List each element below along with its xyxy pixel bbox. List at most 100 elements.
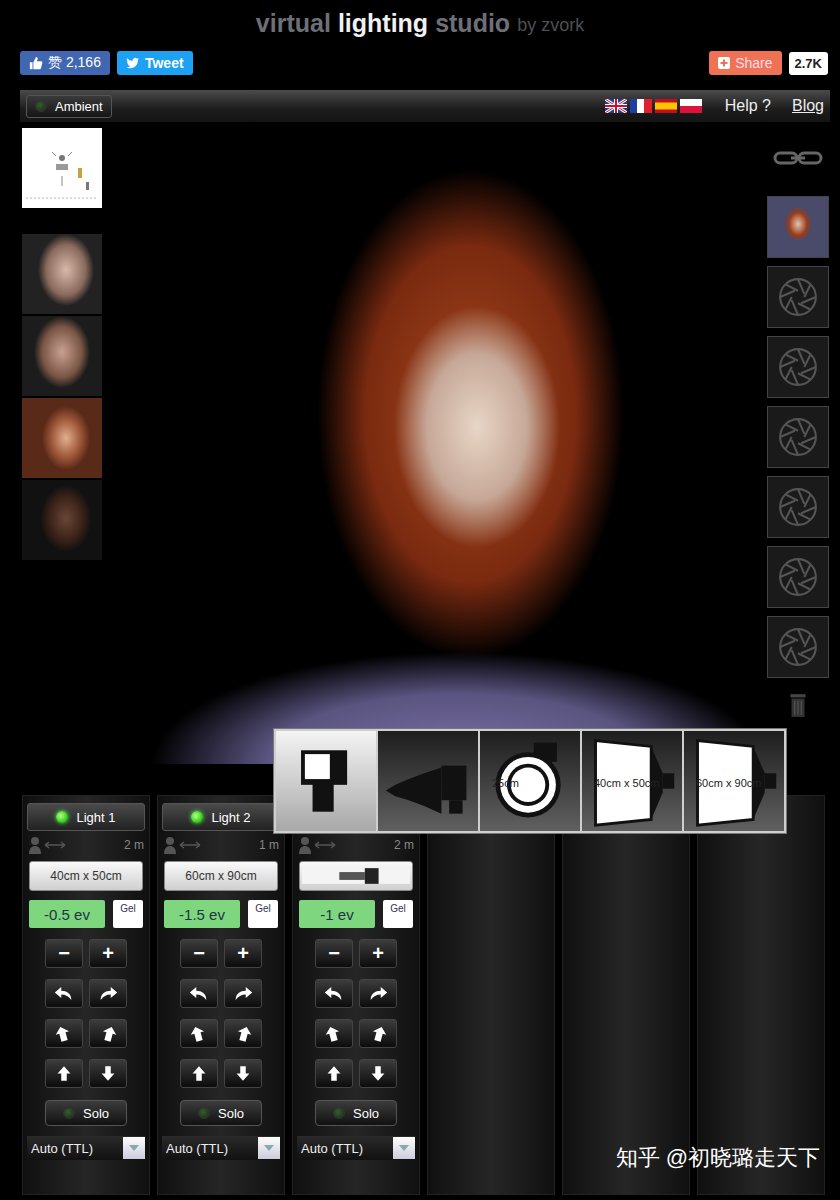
- light-toggle[interactable]: Light 2: [162, 803, 280, 831]
- move-up-button[interactable]: [315, 1059, 353, 1088]
- modifier-selector[interactable]: [299, 861, 413, 891]
- decrease-button[interactable]: −: [180, 939, 218, 968]
- rotate-left-icon: [323, 985, 345, 1002]
- rotate-left-button[interactable]: [180, 979, 218, 1008]
- rotate-left-button[interactable]: [315, 979, 353, 1008]
- modifier-selector[interactable]: 60cm x 90cm: [164, 861, 278, 891]
- model-thumbnail[interactable]: [22, 398, 102, 478]
- model-thumbnail[interactable]: [22, 316, 102, 396]
- move-down-button[interactable]: [224, 1059, 262, 1088]
- title-part: by zvork: [517, 10, 584, 36]
- gel-button[interactable]: Gel: [248, 900, 278, 928]
- arrow-down-icon: [97, 1065, 119, 1082]
- tilt-left-button[interactable]: [45, 1019, 83, 1048]
- aperture-icon: [777, 346, 819, 388]
- tilt-left-button[interactable]: [315, 1019, 353, 1048]
- light-indicator: [191, 811, 203, 823]
- arrow-up-icon: [188, 1065, 210, 1082]
- render-view[interactable]: [107, 128, 745, 764]
- help-link[interactable]: Help ?: [725, 97, 771, 115]
- snapshot-slot[interactable]: [767, 406, 829, 468]
- title-part: virtual: [256, 9, 331, 38]
- distance-row: 2 m: [28, 836, 144, 854]
- arrow-up-icon: [323, 1065, 345, 1082]
- rotate-left-icon: [53, 985, 75, 1002]
- increase-button[interactable]: +: [89, 939, 127, 968]
- gel-button[interactable]: Gel: [383, 900, 413, 928]
- france-flag-icon[interactable]: [630, 99, 652, 113]
- tilt-right-icon: [367, 1025, 389, 1042]
- distance-value: 2 m: [394, 838, 414, 852]
- solo-button[interactable]: Solo: [45, 1100, 127, 1126]
- snapshot-slot[interactable]: [767, 336, 829, 398]
- arrow-down-icon: [232, 1065, 254, 1082]
- snapshot-list: [767, 128, 829, 768]
- model-list: [22, 128, 102, 768]
- rotate-right-icon: [367, 985, 389, 1002]
- snapshot-slot[interactable]: [767, 196, 829, 258]
- snapshot-slot[interactable]: [767, 616, 829, 678]
- aperture-icon: [777, 486, 819, 528]
- model-thumbnail[interactable]: [22, 480, 102, 560]
- light-panel: Light 12 m40cm x 50cm-0.5 evGel−+SoloAut…: [0, 795, 840, 1195]
- page: virtuallightingstudioby zvork赞 2,166Twee…: [0, 0, 840, 1200]
- light-column: 2 m-1 evGel−+SoloAuto (TTL): [292, 795, 420, 1195]
- distance-value: 1 m: [259, 838, 279, 852]
- move-up-button[interactable]: [45, 1059, 83, 1088]
- mode-dropdown[interactable]: Auto (TTL): [162, 1136, 280, 1160]
- snapshot-slot[interactable]: [767, 476, 829, 538]
- solo-indicator: [333, 1107, 345, 1119]
- like-button[interactable]: 赞 2,166: [20, 51, 110, 75]
- modifier-option[interactable]: [378, 731, 478, 831]
- ambient-indicator: [35, 100, 47, 112]
- rotate-right-button[interactable]: [224, 979, 262, 1008]
- solo-button[interactable]: Solo: [315, 1100, 397, 1126]
- light-toggle[interactable]: Light 1: [27, 803, 145, 831]
- move-down-button[interactable]: [89, 1059, 127, 1088]
- poland-flag-icon[interactable]: [680, 99, 702, 113]
- solo-button[interactable]: Solo: [180, 1100, 262, 1126]
- move-up-button[interactable]: [180, 1059, 218, 1088]
- increase-button[interactable]: +: [359, 939, 397, 968]
- rotate-left-button[interactable]: [45, 979, 83, 1008]
- modifier-option[interactable]: 40cm x 50cm: [582, 731, 682, 831]
- decrease-button[interactable]: −: [315, 939, 353, 968]
- person-distance-icon: [163, 836, 203, 854]
- tweet-button[interactable]: Tweet: [117, 51, 193, 75]
- light-column: [427, 795, 555, 1195]
- mode-dropdown[interactable]: Auto (TTL): [27, 1136, 145, 1160]
- modifier-label: 40cm x 50cm: [594, 777, 659, 789]
- tilt-left-icon: [323, 1025, 345, 1042]
- modifier-selector[interactable]: 40cm x 50cm: [29, 861, 143, 891]
- aperture-icon: [777, 556, 819, 598]
- ambient-toggle[interactable]: Ambient: [26, 95, 112, 118]
- mode-dropdown[interactable]: Auto (TTL): [297, 1136, 415, 1160]
- trash-icon[interactable]: [787, 692, 809, 718]
- uk-flag-icon[interactable]: [605, 99, 627, 113]
- snapshot-slot[interactable]: [767, 266, 829, 328]
- title-part: lighting: [338, 9, 428, 38]
- snapshot-slot[interactable]: [767, 546, 829, 608]
- gel-button[interactable]: Gel: [113, 900, 143, 928]
- tilt-right-button[interactable]: [359, 1019, 397, 1048]
- setup-diagram[interactable]: [22, 128, 102, 208]
- decrease-button[interactable]: −: [45, 939, 83, 968]
- tilt-left-button[interactable]: [180, 1019, 218, 1048]
- caret-down-icon: [129, 1145, 139, 1151]
- tilt-right-icon: [232, 1025, 254, 1042]
- rotate-right-button[interactable]: [89, 979, 127, 1008]
- modifier-option[interactable]: 60cm x 90cm: [684, 731, 784, 831]
- blog-link[interactable]: Blog: [792, 97, 824, 115]
- share-button[interactable]: Share: [709, 51, 781, 75]
- caret-down-icon: [264, 1145, 274, 1151]
- tilt-right-button[interactable]: [224, 1019, 262, 1048]
- move-down-button[interactable]: [359, 1059, 397, 1088]
- tilt-right-button[interactable]: [89, 1019, 127, 1048]
- model-thumbnail[interactable]: [22, 234, 102, 314]
- modifier-option[interactable]: [276, 731, 376, 831]
- link-chain-icon[interactable]: [773, 148, 823, 168]
- spain-flag-icon[interactable]: [655, 99, 677, 113]
- increase-button[interactable]: +: [224, 939, 262, 968]
- rotate-right-button[interactable]: [359, 979, 397, 1008]
- modifier-option[interactable]: 25cm: [480, 731, 580, 831]
